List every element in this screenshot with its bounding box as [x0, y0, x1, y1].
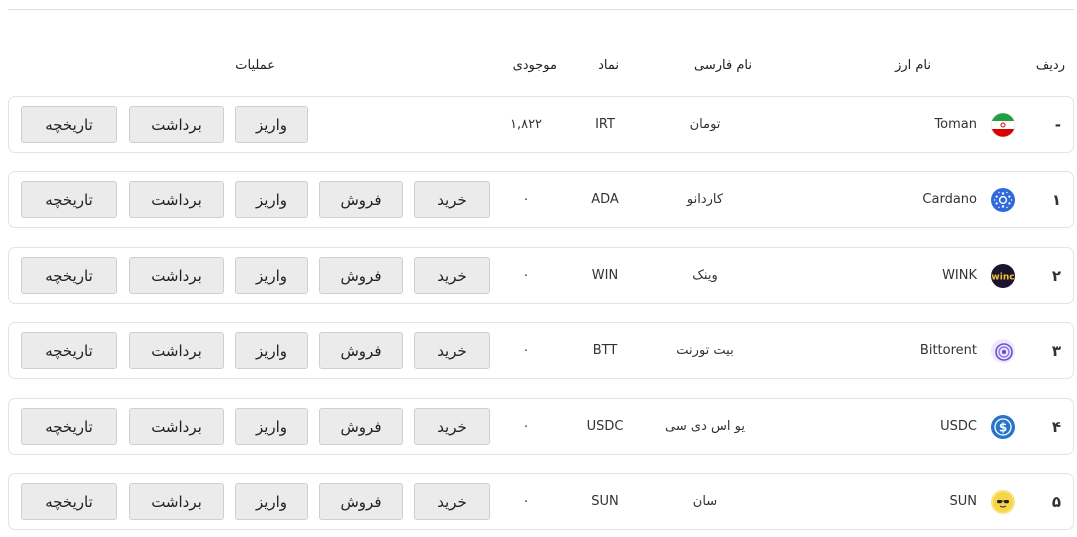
balance: ۱,۸۲۲	[509, 117, 543, 132]
history-button[interactable]: تاریخچه	[21, 483, 117, 520]
history-button[interactable]: تاریخچه	[21, 181, 117, 218]
persian-name: بیت تورنت	[676, 343, 734, 358]
top-divider	[8, 9, 1074, 10]
header-balance: موجودی	[512, 58, 557, 73]
buy-button[interactable]: خرید	[414, 408, 490, 445]
history-button[interactable]: تاریخچه	[21, 332, 117, 369]
currency-name: SUN	[949, 494, 978, 509]
sell-button[interactable]: فروش	[319, 332, 403, 369]
balance: ۰	[522, 494, 530, 509]
deposit-button[interactable]: واریز	[235, 332, 308, 369]
symbol: USDC	[586, 419, 624, 434]
table-row: ۳ Bittorent بیت تورنت BTT ۰ خرید فروش واریز بردا…	[8, 322, 1074, 379]
persian-name: تومان	[689, 117, 721, 132]
header-row-number: ردیف	[1035, 58, 1065, 73]
header-persian-name: نام فارسی	[694, 58, 752, 73]
history-button[interactable]: تاریخچه	[21, 257, 117, 294]
balance: ۰	[522, 268, 530, 283]
deposit-button[interactable]: واریز	[235, 483, 308, 520]
deposit-button[interactable]: واریز	[235, 408, 308, 445]
bittorrent-icon	[990, 338, 1016, 364]
row-number: ۵	[1051, 492, 1061, 511]
table-row: ۱ Cardano کاردانو ADA ۰ خرید فروش واریز برداشت تا…	[8, 171, 1074, 228]
withdraw-button[interactable]: برداشت	[129, 483, 224, 520]
persian-name: وینک	[692, 268, 718, 283]
svg-text:$: $	[999, 421, 1007, 435]
persian-name: یو اس دی سی	[665, 419, 745, 434]
usdc-icon: $	[990, 414, 1016, 440]
symbol: BTT	[592, 343, 618, 358]
balance: ۰	[522, 192, 530, 207]
sell-button[interactable]: فروش	[319, 408, 403, 445]
currency-name: Toman	[934, 117, 977, 132]
sun-token-icon	[990, 489, 1016, 515]
history-button[interactable]: تاریخچه	[21, 408, 117, 445]
buy-button[interactable]: خرید	[414, 257, 490, 294]
buy-button[interactable]: خرید	[414, 181, 490, 218]
balance: ۰	[522, 343, 530, 358]
row-number: ۴	[1051, 417, 1061, 436]
table-row: ۴ $ USDC یو اس دی سی USDC ۰ خرید فروش واریز برداش…	[8, 398, 1074, 455]
withdraw-button[interactable]: برداشت	[129, 257, 224, 294]
header-symbol: نماد	[598, 58, 619, 73]
iran-flag-icon	[990, 112, 1016, 138]
row-number: ۳	[1051, 341, 1061, 360]
deposit-button[interactable]: واریز	[235, 181, 308, 218]
symbol: SUN	[591, 494, 619, 509]
currency-name: WINK	[942, 268, 977, 283]
buy-button[interactable]: خرید	[414, 483, 490, 520]
row-number: ۲	[1051, 266, 1061, 285]
currency-name: Cardano	[922, 192, 977, 207]
sell-button[interactable]: فروش	[319, 483, 403, 520]
header-operations: عملیات	[235, 58, 275, 73]
persian-name: سان	[692, 494, 718, 509]
cardano-icon	[990, 187, 1016, 213]
buy-button[interactable]: خرید	[414, 332, 490, 369]
row-number: -	[1054, 115, 1061, 134]
wink-icon: winc	[990, 263, 1016, 289]
svg-text:winc: winc	[991, 273, 1014, 283]
header-currency-name: نام ارز	[895, 58, 931, 73]
deposit-button[interactable]: واریز	[235, 257, 308, 294]
table-row: - Toman تومان IRT ۱,۸۲۲ واریز برداشت تاریخچه	[8, 96, 1074, 153]
sell-button[interactable]: فروش	[319, 181, 403, 218]
withdraw-button[interactable]: برداشت	[129, 408, 224, 445]
currency-name: USDC	[940, 419, 977, 434]
table-row: ۲ winc WINK وینک WIN ۰ خرید فروش واریز برداشت تاری…	[8, 247, 1074, 304]
withdraw-button[interactable]: برداشت	[129, 106, 224, 143]
history-button[interactable]: تاریخچه	[21, 106, 117, 143]
deposit-button[interactable]: واریز	[235, 106, 308, 143]
row-number: ۱	[1051, 190, 1061, 209]
currency-name: Bittorent	[919, 343, 977, 358]
symbol: ADA	[591, 192, 619, 207]
table-row: ۵ SUN سان SUN ۰ خرید فروش واریز برداشت تاریخچه	[8, 473, 1074, 530]
symbol: WIN	[591, 268, 619, 283]
symbol: IRT	[595, 117, 615, 132]
persian-name: کاردانو	[686, 192, 724, 207]
sell-button[interactable]: فروش	[319, 257, 403, 294]
balance: ۰	[522, 419, 530, 434]
withdraw-button[interactable]: برداشت	[129, 332, 224, 369]
withdraw-button[interactable]: برداشت	[129, 181, 224, 218]
